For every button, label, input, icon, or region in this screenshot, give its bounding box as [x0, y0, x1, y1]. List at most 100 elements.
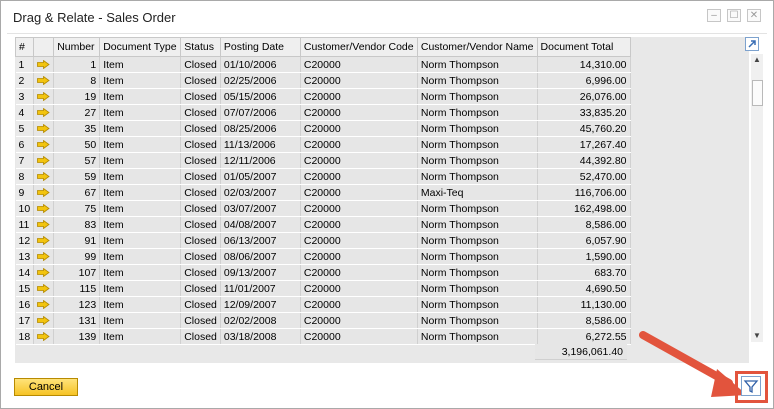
close-button[interactable]: ✕ [747, 9, 761, 22]
status: Closed [180, 216, 221, 233]
link-arrow-icon[interactable] [33, 56, 55, 73]
customer-vendor-code: C20000 [300, 56, 418, 73]
document-number: 139 [53, 328, 101, 345]
column-header[interactable]: Posting Date [219, 37, 301, 57]
table-row[interactable]: 12 91 Item Closed 06/13/2007 C20000 Norm Thomp… [15, 232, 631, 249]
link-arrow-icon[interactable] [37, 204, 50, 214]
link-arrow-icon[interactable] [37, 140, 50, 150]
customer-vendor-name: Norm Thompson [417, 232, 538, 249]
link-arrow-icon[interactable] [33, 264, 55, 281]
filter-icon[interactable] [741, 376, 761, 396]
link-arrow-icon[interactable] [33, 328, 55, 345]
column-header[interactable]: Customer/Vendor Code [299, 37, 418, 57]
link-arrow-icon[interactable] [37, 284, 50, 294]
column-header[interactable]: Status [180, 37, 221, 57]
link-arrow-icon[interactable] [33, 104, 55, 121]
table-row[interactable]: 9 67 Item Closed 02/03/2007 C20000 Maxi-Teq 116… [15, 184, 631, 201]
document-type: Item [99, 168, 182, 185]
document-total: 11,130.00 [537, 296, 631, 313]
column-header[interactable]: Number [53, 37, 101, 57]
link-arrow-icon[interactable] [33, 280, 55, 297]
link-arrow-icon[interactable] [33, 200, 55, 217]
scroll-thumb[interactable] [752, 80, 763, 106]
link-arrow-icon[interactable] [37, 156, 50, 166]
table-row[interactable]: 18 139 Item Closed 03/18/2008 C20000 Norm Thom… [15, 328, 631, 345]
link-arrow-icon[interactable] [37, 252, 50, 262]
table-row[interactable]: 6 50 Item Closed 11/13/2006 C20000 Norm Thomps… [15, 136, 631, 153]
link-arrow-icon[interactable] [37, 220, 50, 230]
table-row[interactable]: 11 83 Item Closed 04/08/2007 C20000 Norm Thomp… [15, 216, 631, 233]
cancel-button[interactable]: Cancel [14, 378, 78, 396]
link-arrow-icon[interactable] [37, 236, 50, 246]
link-arrow-icon[interactable] [33, 232, 55, 249]
minimize-button[interactable]: – [707, 9, 721, 22]
document-total: 162,498.00 [537, 200, 631, 217]
customer-vendor-code: C20000 [300, 280, 418, 297]
document-type: Item [99, 56, 182, 73]
table-row[interactable]: 14 107 Item Closed 09/13/2007 C20000 Norm Thom… [15, 264, 631, 281]
link-arrow-icon[interactable] [33, 248, 55, 265]
customer-vendor-code: C20000 [300, 136, 418, 153]
posting-date: 06/13/2007 [220, 232, 301, 249]
status: Closed [180, 88, 221, 105]
table-row[interactable]: 2 8 Item Closed 02/25/2006 C20000 Norm Thompso… [15, 72, 631, 89]
link-arrow-icon[interactable] [37, 108, 50, 118]
table-row[interactable]: 16 123 Item Closed 12/09/2007 C20000 Norm Thom… [15, 296, 631, 313]
table-row[interactable]: 5 35 Item Closed 08/25/2006 C20000 Norm Thomps… [15, 120, 631, 137]
link-arrow-icon[interactable] [37, 76, 50, 86]
link-arrow-icon[interactable] [37, 188, 50, 198]
link-arrow-icon[interactable] [33, 168, 55, 185]
vertical-scrollbar[interactable]: ▲ ▼ [751, 54, 763, 342]
link-arrow-icon[interactable] [33, 216, 55, 233]
column-header[interactable]: Document Type [99, 37, 182, 57]
link-arrow-icon[interactable] [37, 60, 50, 70]
link-arrow-icon[interactable] [37, 316, 50, 326]
column-header[interactable]: # [14, 37, 35, 57]
link-arrow-icon[interactable] [37, 300, 50, 310]
row-number: 17 [15, 312, 35, 329]
drag-relate-window: Drag & Relate - Sales Order – ☐ ✕ # Numb… [0, 0, 774, 409]
table-row[interactable]: 8 59 Item Closed 01/05/2007 C20000 Norm Thomps… [15, 168, 631, 185]
link-arrow-icon[interactable] [33, 184, 55, 201]
link-arrow-icon[interactable] [33, 152, 55, 169]
link-arrow-icon[interactable] [33, 120, 55, 137]
link-arrow-icon[interactable] [37, 92, 50, 102]
link-arrow-icon[interactable] [37, 124, 50, 134]
link-arrow-icon[interactable] [33, 296, 55, 313]
posting-date: 11/01/2007 [220, 280, 301, 297]
maximize-button[interactable]: ☐ [727, 9, 741, 22]
document-total: 44,392.80 [537, 152, 631, 169]
posting-date: 05/15/2006 [220, 88, 301, 105]
customer-vendor-code: C20000 [300, 152, 418, 169]
row-number: 3 [15, 88, 35, 105]
link-arrow-icon[interactable] [33, 136, 55, 153]
link-arrow-icon[interactable] [33, 88, 55, 105]
status: Closed [180, 152, 221, 169]
table-row[interactable]: 7 57 Item Closed 12/11/2006 C20000 Norm Thomps… [15, 152, 631, 169]
link-arrow-icon[interactable] [33, 312, 55, 329]
document-total: 8,586.00 [537, 312, 631, 329]
posting-date: 02/03/2007 [220, 184, 301, 201]
table-row[interactable]: 17 131 Item Closed 02/02/2008 C20000 Norm Thom… [15, 312, 631, 329]
table-row[interactable]: 3 19 Item Closed 05/15/2006 C20000 Norm Thomps… [15, 88, 631, 105]
row-number: 8 [15, 168, 35, 185]
document-number: 131 [53, 312, 101, 329]
document-number: 115 [53, 280, 101, 297]
link-arrow-icon[interactable] [37, 172, 50, 182]
link-arrow-icon[interactable] [33, 72, 55, 89]
column-header[interactable]: Customer/Vendor Name [416, 37, 538, 57]
link-arrow-icon[interactable] [37, 268, 50, 278]
posting-date: 02/02/2008 [220, 312, 301, 329]
column-header[interactable]: Document Total [536, 37, 631, 57]
table-row[interactable]: 13 99 Item Closed 08/06/2007 C20000 Norm Thomp… [15, 248, 631, 265]
expand-icon[interactable] [745, 37, 759, 51]
table-row[interactable]: 10 75 Item Closed 03/07/2007 C20000 Norm Thomp… [15, 200, 631, 217]
table-row[interactable]: 4 27 Item Closed 07/07/2006 C20000 Norm Thomps… [15, 104, 631, 121]
scroll-up-arrow-icon[interactable]: ▲ [751, 54, 763, 66]
column-header[interactable] [33, 37, 55, 57]
table-row[interactable]: 1 1 Item Closed 01/10/2006 C20000 Norm Thompso… [15, 56, 631, 73]
link-arrow-icon[interactable] [37, 332, 50, 342]
row-number: 6 [15, 136, 35, 153]
grid-header-row: # Number Document Type Status Posting Da… [14, 37, 631, 57]
table-row[interactable]: 15 115 Item Closed 11/01/2007 C20000 Norm Thom… [15, 280, 631, 297]
